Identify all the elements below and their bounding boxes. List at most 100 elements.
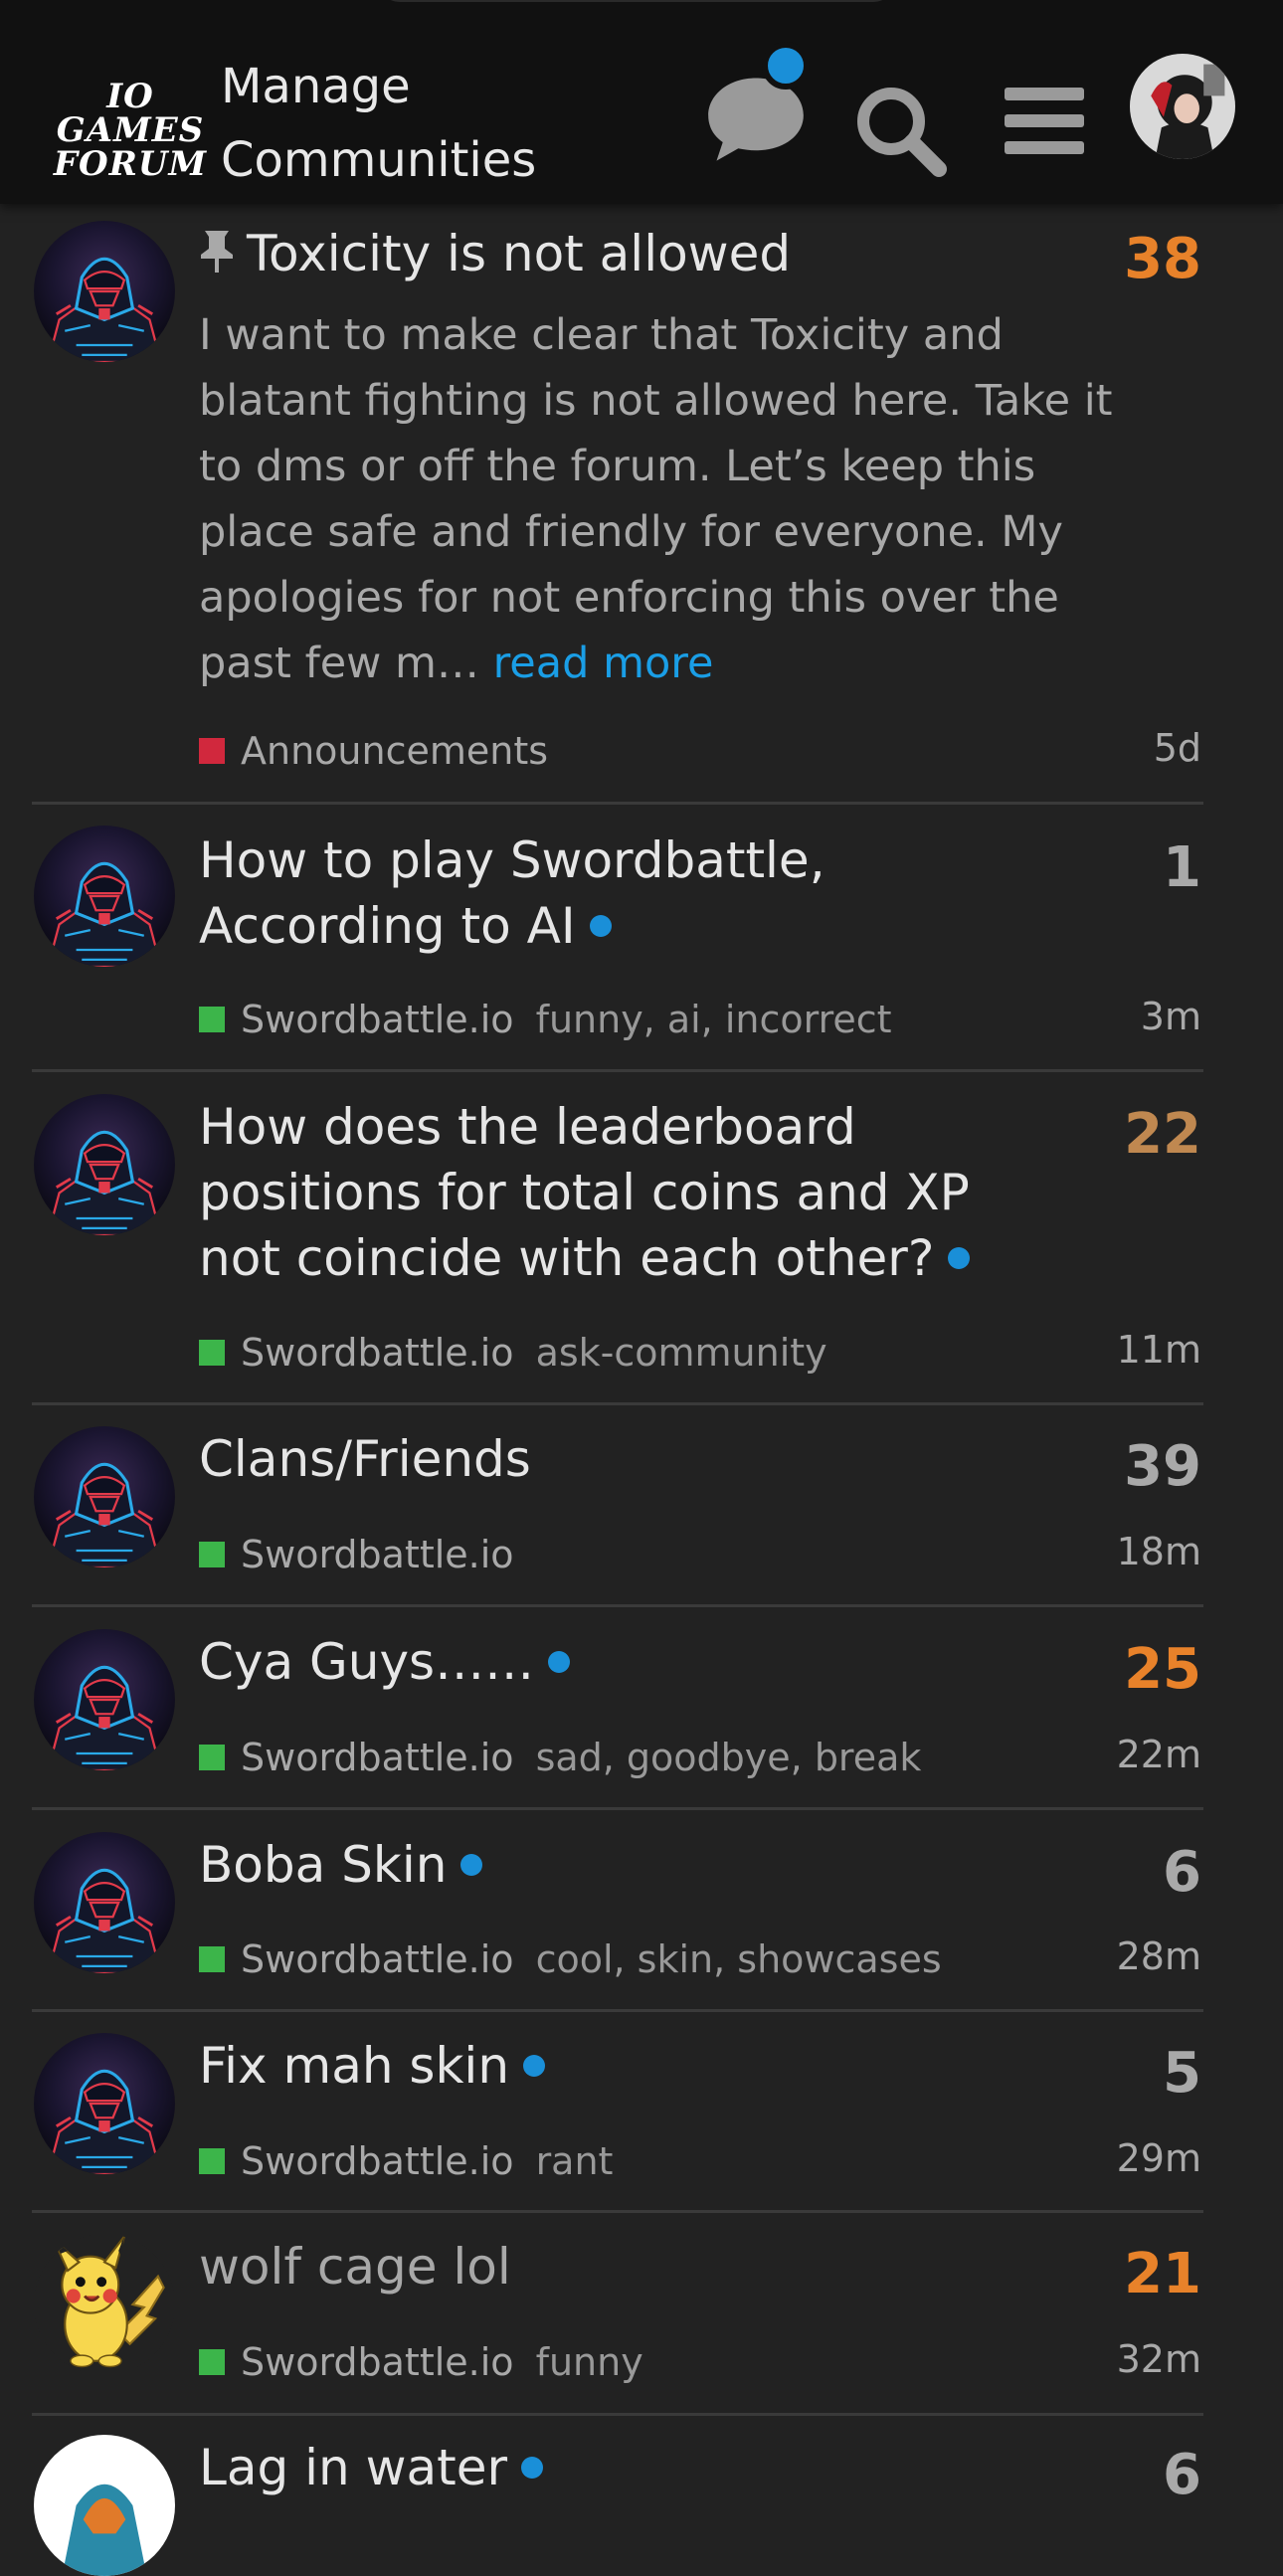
category-badge — [199, 2147, 225, 2174]
topic-excerpt: I want to make clear that Toxicity and b… — [199, 302, 1134, 696]
activity-age[interactable]: 18m — [1117, 1530, 1201, 1573]
topic-tags[interactable]: funny, ai, incorrect — [536, 998, 892, 1041]
topic-title-line-2: According to AI — [199, 897, 576, 955]
notification-dot — [762, 42, 810, 90]
topic-meta: Swordbattle.io — [199, 1530, 514, 1579]
category-link[interactable]: Swordbattle.io — [241, 2340, 514, 2384]
topic-title[interactable]: wolf cage lol — [199, 2234, 1074, 2300]
topic-title-line-3: not coincide with each other? — [199, 1229, 935, 1287]
topic-meta: Swordbattle.io funny, ai, incorrect — [199, 995, 892, 1044]
topic-title-text: wolf cage lol — [199, 2238, 511, 2296]
reply-count[interactable]: 6 — [1163, 1840, 1201, 1905]
activity-age[interactable]: 11m — [1117, 1328, 1201, 1372]
unread-dot — [521, 2456, 544, 2479]
poster-avatar[interactable] — [34, 221, 175, 362]
category-badge — [199, 1006, 225, 1032]
category-badge — [199, 1541, 225, 1567]
topic-title[interactable]: Cya Guys…… — [199, 1629, 1074, 1695]
header-title-line-1: Manage — [221, 59, 411, 114]
excerpt-text: I want to make clear that Toxicity and b… — [199, 310, 1113, 688]
forum-logo[interactable]: IO GAMES FORUM — [46, 77, 215, 181]
topic-meta: Announcements — [199, 726, 548, 776]
activity-age[interactable]: 3m — [1141, 995, 1201, 1038]
reply-count[interactable]: 6 — [1163, 2443, 1201, 2507]
activity-age[interactable]: 29m — [1117, 2136, 1201, 2180]
row-divider — [32, 2009, 1203, 2012]
poster-avatar[interactable] — [34, 1426, 175, 1567]
category-badge — [199, 2348, 225, 2375]
category-link[interactable]: Announcements — [241, 729, 548, 773]
activity-age[interactable]: 28m — [1117, 1934, 1201, 1978]
row-divider — [32, 1069, 1203, 1072]
row-divider — [32, 1807, 1203, 1810]
topic-title-line-2: positions for total coins and XP — [199, 1164, 970, 1221]
reply-count[interactable]: 1 — [1163, 835, 1201, 900]
topic-meta: Swordbattle.io ask-community — [199, 1328, 827, 1378]
category-badge — [199, 1339, 225, 1366]
topic-title[interactable]: How to play Swordbattle, According to AI — [199, 828, 1074, 959]
reply-count[interactable]: 25 — [1124, 1637, 1201, 1702]
topic-meta: Swordbattle.io cool, skin, showcases — [199, 1934, 942, 1984]
category-link[interactable]: Swordbattle.io — [241, 1736, 514, 1779]
reply-count[interactable]: 22 — [1124, 1102, 1201, 1167]
row-divider — [32, 2413, 1203, 2416]
reply-count[interactable]: 38 — [1124, 227, 1201, 291]
read-more-link[interactable]: read more — [493, 639, 714, 688]
topic-meta: Swordbattle.io funny — [199, 2337, 643, 2387]
row-divider — [32, 1402, 1203, 1405]
topic-title[interactable]: Fix mah skin — [199, 2033, 1074, 2099]
topic-title[interactable]: Toxicity is not allowed — [199, 221, 1074, 286]
unread-dot — [460, 1853, 483, 1876]
poster-avatar[interactable] — [34, 2234, 175, 2375]
topic-title-line-1: How does the leaderboard — [199, 1098, 856, 1156]
status-pill — [378, 0, 895, 2]
poster-avatar[interactable] — [34, 826, 175, 967]
topic-title-text: Fix mah skin — [199, 2037, 510, 2095]
header-title-line-2: Communities — [221, 132, 537, 188]
category-badge — [199, 1744, 225, 1770]
topic-title[interactable]: Lag in water — [199, 2435, 1074, 2500]
row-divider — [32, 2210, 1203, 2213]
category-link[interactable]: Swordbattle.io — [241, 1937, 514, 1981]
reply-count[interactable]: 5 — [1163, 2041, 1201, 2106]
logo-line-2: FORUM — [53, 144, 208, 184]
topic-tags[interactable]: cool, skin, showcases — [536, 1937, 942, 1981]
user-avatar[interactable] — [1130, 54, 1235, 159]
category-link[interactable]: Swordbattle.io — [241, 1533, 514, 1576]
site-header: IO GAMES FORUM Manage Communities — [0, 0, 1283, 204]
reply-count[interactable]: 21 — [1124, 2242, 1201, 2306]
poster-avatar[interactable] — [34, 1094, 175, 1235]
reply-count[interactable]: 39 — [1124, 1434, 1201, 1499]
activity-age[interactable]: 5d — [1154, 726, 1201, 770]
unread-dot — [548, 1650, 571, 1673]
topic-tags[interactable]: sad, goodbye, break — [536, 1736, 922, 1779]
topic-title-line-1: How to play Swordbattle, — [199, 831, 825, 889]
pin-icon — [201, 230, 233, 273]
poster-avatar[interactable] — [34, 1629, 175, 1770]
row-divider — [32, 1604, 1203, 1607]
poster-avatar[interactable] — [34, 1832, 175, 1973]
topic-tags[interactable]: funny — [536, 2340, 643, 2384]
topic-title[interactable]: Boba Skin — [199, 1832, 1074, 1898]
logo-line-1: IO GAMES — [56, 77, 205, 150]
header-title-link[interactable]: Manage Communities — [221, 50, 579, 197]
activity-age[interactable]: 22m — [1117, 1733, 1201, 1776]
topic-tags[interactable]: ask-community — [536, 1331, 827, 1375]
topic-title-text: Clans/Friends — [199, 1430, 531, 1488]
poster-avatar[interactable] — [34, 2435, 175, 2576]
category-link[interactable]: Swordbattle.io — [241, 998, 514, 1041]
topic-title[interactable]: Clans/Friends — [199, 1426, 1074, 1492]
topic-title-text: Boba Skin — [199, 1836, 448, 1894]
activity-age[interactable]: 32m — [1117, 2337, 1201, 2381]
unread-dot — [589, 914, 612, 937]
search-icon[interactable] — [851, 82, 951, 181]
topic-tags[interactable]: rant — [536, 2139, 614, 2183]
category-link[interactable]: Swordbattle.io — [241, 1331, 514, 1375]
row-divider — [32, 802, 1203, 805]
topic-title-text: Cya Guys…… — [199, 1633, 535, 1691]
topic-title[interactable]: How does the leaderboard positions for t… — [199, 1094, 1094, 1291]
category-link[interactable]: Swordbattle.io — [241, 2139, 514, 2183]
poster-avatar[interactable] — [34, 2033, 175, 2174]
menu-icon[interactable] — [1003, 84, 1086, 159]
unread-dot — [523, 2054, 546, 2077]
